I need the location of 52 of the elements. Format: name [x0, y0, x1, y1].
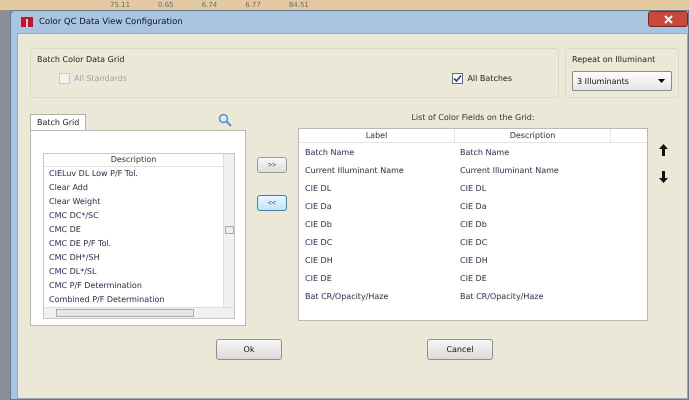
checkbox-option[interactable]: All Batches [452, 73, 512, 84]
table-cell-text: CIE DC [459, 238, 488, 246]
horizontal-scrollbar[interactable] [44, 307, 234, 318]
list-title: List of Color Fields on the Grid: [410, 113, 536, 124]
list-item[interactable]: CMC DH*/SH [44, 251, 223, 265]
column-header[interactable]: Description [44, 154, 223, 167]
dialog-button[interactable]: Cancel [427, 339, 493, 360]
table-cell-text: CIE DH [304, 256, 334, 264]
up-arrow-icon [658, 144, 668, 156]
app-icon [21, 17, 33, 27]
list-item[interactable]: CMC DE [44, 223, 223, 237]
table-cell-text: Batch Name [459, 148, 510, 156]
table-cell-text: Current Illuminant Name [304, 166, 405, 174]
table-cell-text: CIE DH [459, 256, 489, 264]
group-title: Repeat on Illuminant [572, 55, 656, 64]
list-item[interactable]: CMC DL*/SL [44, 265, 223, 279]
close-button[interactable] [648, 11, 688, 27]
move-down-button[interactable] [658, 171, 668, 184]
move-up-button[interactable] [658, 144, 668, 157]
down-arrow-icon [658, 171, 668, 183]
window-title: Color QC Data View Configuration [39, 17, 183, 27]
list-item[interactable]: Clear Weight [44, 195, 223, 209]
group-title: Batch Color Data Grid [37, 55, 126, 64]
list-item[interactable]: Clear Add [44, 181, 223, 195]
tab[interactable]: Batch Grid [30, 114, 86, 130]
dialog-button[interactable]: Ok [216, 339, 282, 360]
table-cell-text: CIE DC [304, 238, 334, 246]
table-cell-text: Batch Name [304, 148, 356, 156]
column-header[interactable]: Label [299, 129, 455, 142]
illuminant-dropdown[interactable]: 3 Illuminants [572, 71, 672, 91]
table-cell-text: Bat CR/Opacity/Haze [459, 292, 544, 300]
checkmark-icon [453, 74, 462, 83]
table-cell-text: CIE DE [459, 274, 488, 282]
caret-icon [658, 79, 665, 83]
list-item[interactable]: CMC DC*/SC [44, 209, 223, 223]
table-cell-text: CIE Da [304, 202, 333, 210]
table-cell-text: Bat CR/Opacity/Haze [304, 292, 390, 300]
table-cell-text: CIE DL [304, 184, 332, 192]
list-item[interactable]: CMC P/F Determination [44, 279, 223, 293]
table-cell-text: CIE Da [459, 202, 488, 210]
table-cell-text: CIE DE [304, 274, 333, 282]
column-header[interactable]: Description [455, 129, 611, 142]
list-item[interactable]: Combined P/F Determination [44, 293, 223, 307]
table-cell-text: CIE Db [304, 220, 333, 228]
close-icon [664, 14, 672, 24]
list-item[interactable]: CIELuv DL Low P/F Tol. [44, 167, 223, 181]
table-cell-text: CIE Db [459, 220, 488, 228]
table-cell-text: Current Illuminant Name [459, 166, 560, 174]
search-icon [218, 113, 232, 127]
vertical-scrollbar[interactable] [223, 154, 234, 307]
table-cell-text: CIE DL [459, 184, 488, 192]
list-item[interactable]: CMC DE P/F Tol. [44, 237, 223, 251]
